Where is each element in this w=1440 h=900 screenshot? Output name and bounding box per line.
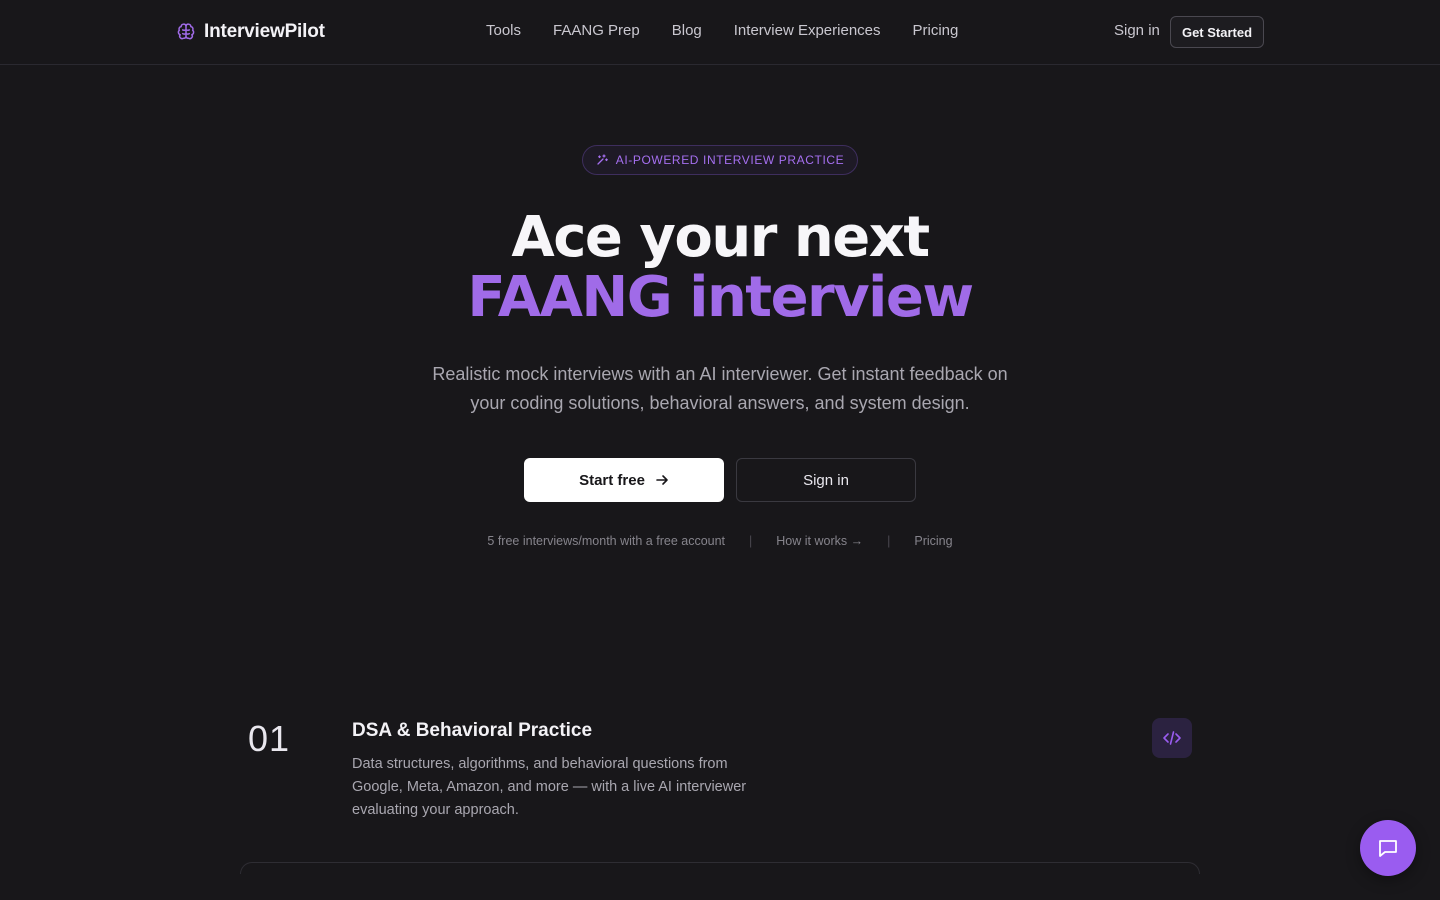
hero-sign-in-button[interactable]: Sign in xyxy=(736,458,916,502)
code-icon xyxy=(1152,718,1192,758)
arrow-right-icon xyxy=(656,475,668,485)
nav-sign-in-link[interactable]: Sign in xyxy=(1114,22,1160,39)
hero-badge: AI-POWERED INTERVIEW PRACTICE xyxy=(582,145,858,175)
next-section-card-edge xyxy=(240,862,1200,874)
start-free-button[interactable]: Start free xyxy=(524,458,724,502)
nav-link-pricing[interactable]: Pricing xyxy=(913,22,959,39)
top-navbar: InterviewPilot Tools FAANG Prep Blog Int… xyxy=(0,0,1440,65)
nav-link-interview-experiences[interactable]: Interview Experiences xyxy=(734,22,881,39)
primary-nav: Tools FAANG Prep Blog Interview Experien… xyxy=(486,22,958,39)
meta-separator: | xyxy=(887,534,891,548)
get-started-button[interactable]: Get Started xyxy=(1170,16,1264,48)
brand-name: InterviewPilot xyxy=(204,21,325,42)
hero-title-line-1: Ace your next xyxy=(511,205,930,270)
feature-description: Data structures, algorithms, and behavio… xyxy=(352,756,747,818)
hero-subtitle: Realistic mock interviews with an AI int… xyxy=(432,364,1008,413)
nav-link-blog[interactable]: Blog xyxy=(672,22,702,39)
meta-separator: | xyxy=(749,534,753,548)
feature-number: 01 xyxy=(248,718,291,759)
sparkle-icon xyxy=(597,154,608,165)
how-it-works-link[interactable]: How it works → xyxy=(776,534,863,548)
hero-badge-label: AI-POWERED INTERVIEW PRACTICE xyxy=(615,153,845,167)
chat-icon xyxy=(1379,840,1397,857)
brain-icon xyxy=(177,23,195,40)
nav-link-tools[interactable]: Tools xyxy=(486,22,521,39)
start-free-label: Start free xyxy=(579,471,645,489)
free-interviews-note: 5 free interviews/month with a free acco… xyxy=(487,534,726,548)
nav-link-faang-prep[interactable]: FAANG Prep xyxy=(553,22,640,39)
chat-button[interactable] xyxy=(1360,820,1416,876)
hero-meta-row: 5 free interviews/month with a free acco… xyxy=(0,534,1440,548)
meta-pricing-link[interactable]: Pricing xyxy=(914,534,952,548)
brand-logo-link[interactable]: InterviewPilot xyxy=(176,20,325,44)
hero-title-line-2: FAANG interview xyxy=(467,265,974,330)
feature-title: DSA & Behavioral Practice xyxy=(352,720,593,741)
